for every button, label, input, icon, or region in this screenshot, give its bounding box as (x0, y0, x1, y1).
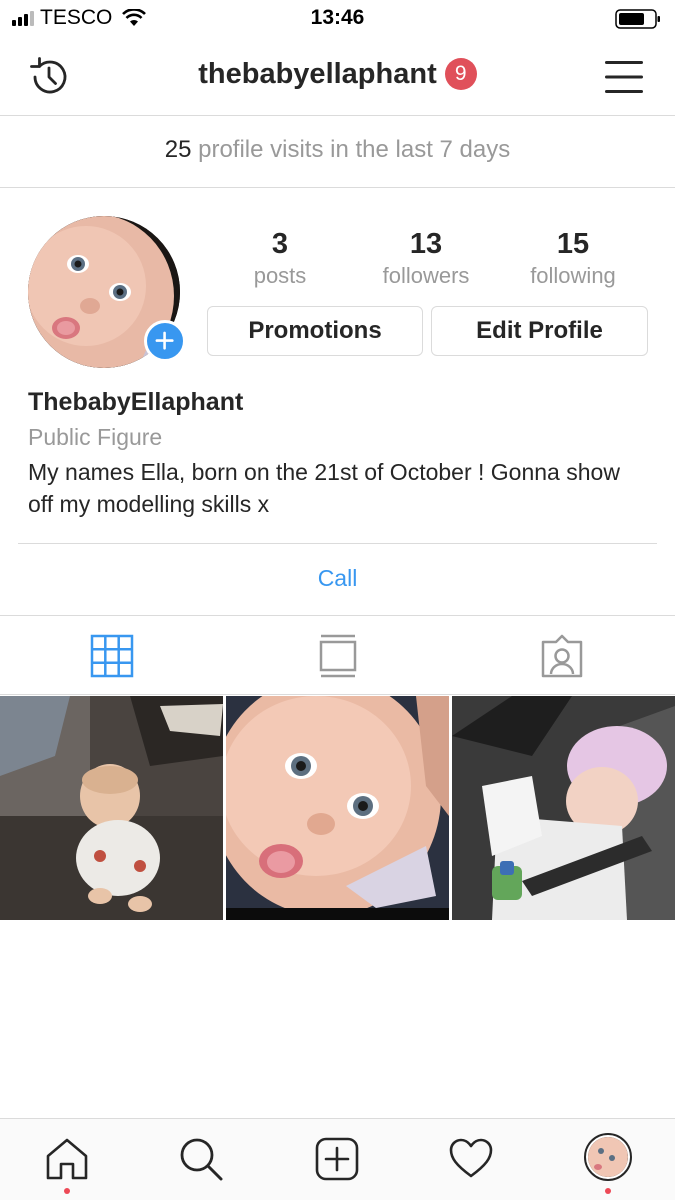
heart-icon[interactable] (448, 1136, 494, 1182)
home-notification-dot (64, 1188, 70, 1194)
menu-icon[interactable] (605, 59, 643, 95)
edit-profile-button[interactable]: Edit Profile (431, 306, 648, 356)
promotions-button[interactable]: Promotions (207, 306, 423, 356)
followers-count: 13 (409, 228, 443, 260)
add-post-icon[interactable] (314, 1136, 360, 1182)
username-title: thebabyellaphant (198, 58, 437, 90)
post-thumbnail-3[interactable] (452, 696, 675, 920)
feed-icon[interactable] (316, 634, 360, 678)
following-count: 15 (556, 228, 590, 260)
profile-tabs (0, 615, 675, 695)
stat-following[interactable]: 15 following (500, 226, 646, 290)
post-photo-sleeping-baby (452, 696, 675, 920)
post-thumbnail-2[interactable] (226, 696, 449, 920)
profile-visits-banner[interactable]: 25 profile visits in the last 7 days (0, 116, 675, 188)
battery-icon (615, 9, 660, 29)
tagged-icon[interactable] (540, 634, 584, 678)
followers-label: followers (382, 263, 470, 288)
post-thumbnail-1[interactable] (0, 696, 223, 920)
posts-count: 3 (271, 228, 289, 260)
posts-grid (0, 696, 675, 920)
profile-bio: My names Ella, born on the 21st of Octob… (28, 459, 620, 517)
profile-header: thebabyellaphant 9 (0, 38, 675, 116)
post-photo-baby-tongue (226, 696, 449, 920)
grid-icon[interactable] (90, 634, 134, 678)
profile-notification-dot (605, 1188, 611, 1194)
home-icon[interactable] (44, 1136, 90, 1182)
stat-posts[interactable]: 3 posts (207, 226, 353, 290)
stat-followers[interactable]: 13 followers (353, 226, 499, 290)
visits-text: profile visits in the last 7 days (198, 136, 511, 163)
profile-category: Public Figure (28, 424, 163, 450)
call-button[interactable]: Call (0, 565, 675, 592)
notification-badge: 9 (444, 58, 477, 90)
status-bar: TESCO 13:46 (0, 0, 675, 38)
add-story-icon[interactable] (144, 320, 186, 362)
status-time: 13:46 (310, 6, 365, 29)
search-icon[interactable] (178, 1136, 224, 1182)
account-switcher[interactable]: thebabyellaphant 9 (0, 58, 675, 91)
following-label: following (530, 263, 616, 288)
profile-tab-photo (588, 1137, 628, 1177)
posts-label: posts (253, 263, 307, 288)
post-photo-crawling-baby (0, 696, 223, 920)
bottom-navigation (0, 1118, 675, 1200)
profile-tab-avatar[interactable] (584, 1133, 632, 1181)
divider (18, 543, 657, 544)
visits-count: 25 (164, 136, 192, 163)
profile-avatar-wrap[interactable] (28, 216, 186, 368)
profile-name: ThebabyEllaphant (28, 388, 244, 416)
